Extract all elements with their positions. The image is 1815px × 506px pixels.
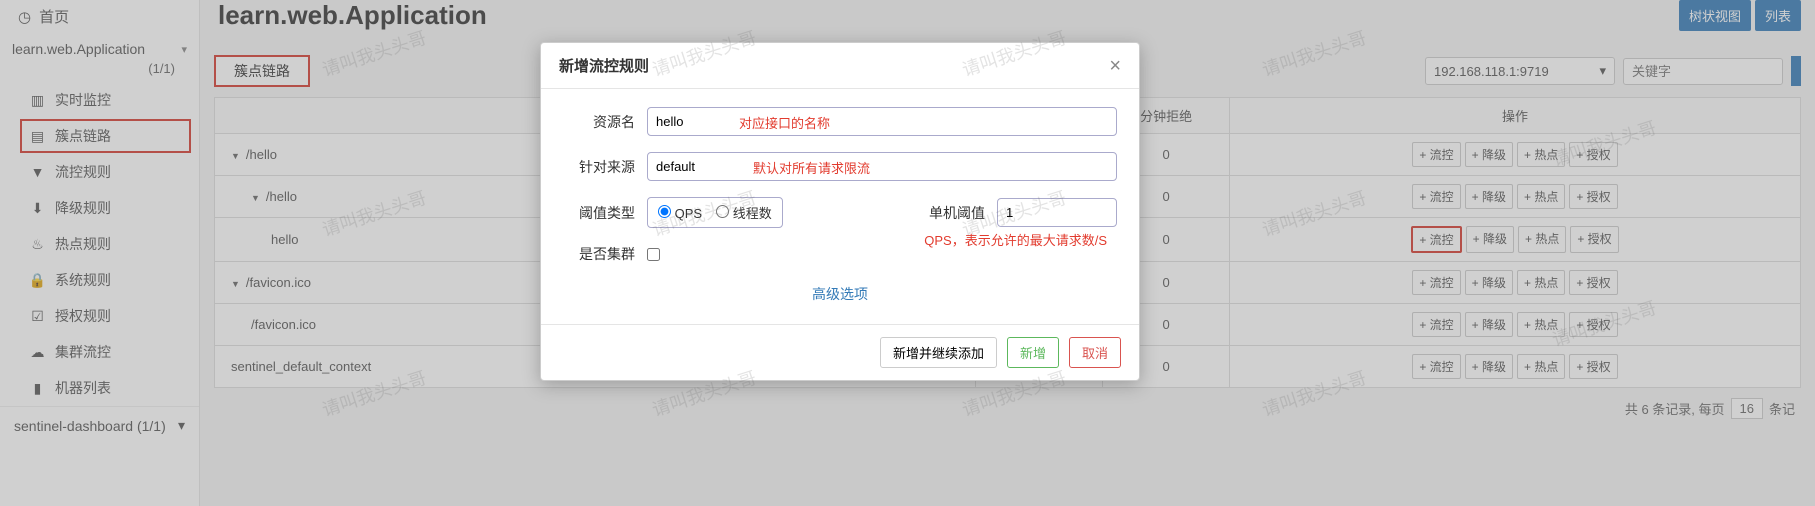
radio-qps-input[interactable] <box>658 205 671 218</box>
btn-add[interactable]: 新增 <box>1007 337 1059 368</box>
label-cluster: 是否集群 <box>563 244 635 264</box>
btn-cancel[interactable]: 取消 <box>1069 337 1121 368</box>
flow-rule-modal: 新增流控规则 × 资源名 对应接口的名称 针对来源 默认对所有请求限流 阈值类型… <box>540 42 1140 381</box>
input-origin[interactable] <box>647 152 1117 181</box>
modal-title: 新增流控规则 <box>559 55 649 76</box>
label-threshold-type: 阈值类型 <box>563 203 635 223</box>
modal-header: 新增流控规则 × <box>541 43 1139 89</box>
modal-footer: 新增并继续添加 新增 取消 <box>541 324 1139 380</box>
btn-add-continue[interactable]: 新增并继续添加 <box>880 337 997 368</box>
modal-body: 资源名 对应接口的名称 针对来源 默认对所有请求限流 阈值类型 QPS 线程数 … <box>541 89 1139 324</box>
radio-thread[interactable]: 线程数 <box>716 203 772 222</box>
label-resource: 资源名 <box>563 112 635 132</box>
advanced-toggle[interactable]: 高级选项 <box>563 280 1117 314</box>
label-single-threshold: 单机阈值 <box>929 203 985 223</box>
radio-group-type: QPS 线程数 <box>647 197 783 228</box>
note-qps: QPS，表示允许的最大请求数/S <box>924 230 1107 249</box>
label-origin: 针对来源 <box>563 157 635 177</box>
input-resource[interactable] <box>647 107 1117 136</box>
radio-thread-input[interactable] <box>716 205 729 218</box>
checkbox-cluster[interactable] <box>647 248 660 261</box>
close-icon[interactable]: × <box>1109 56 1121 76</box>
radio-qps[interactable]: QPS <box>658 205 702 221</box>
input-threshold[interactable] <box>997 198 1117 227</box>
